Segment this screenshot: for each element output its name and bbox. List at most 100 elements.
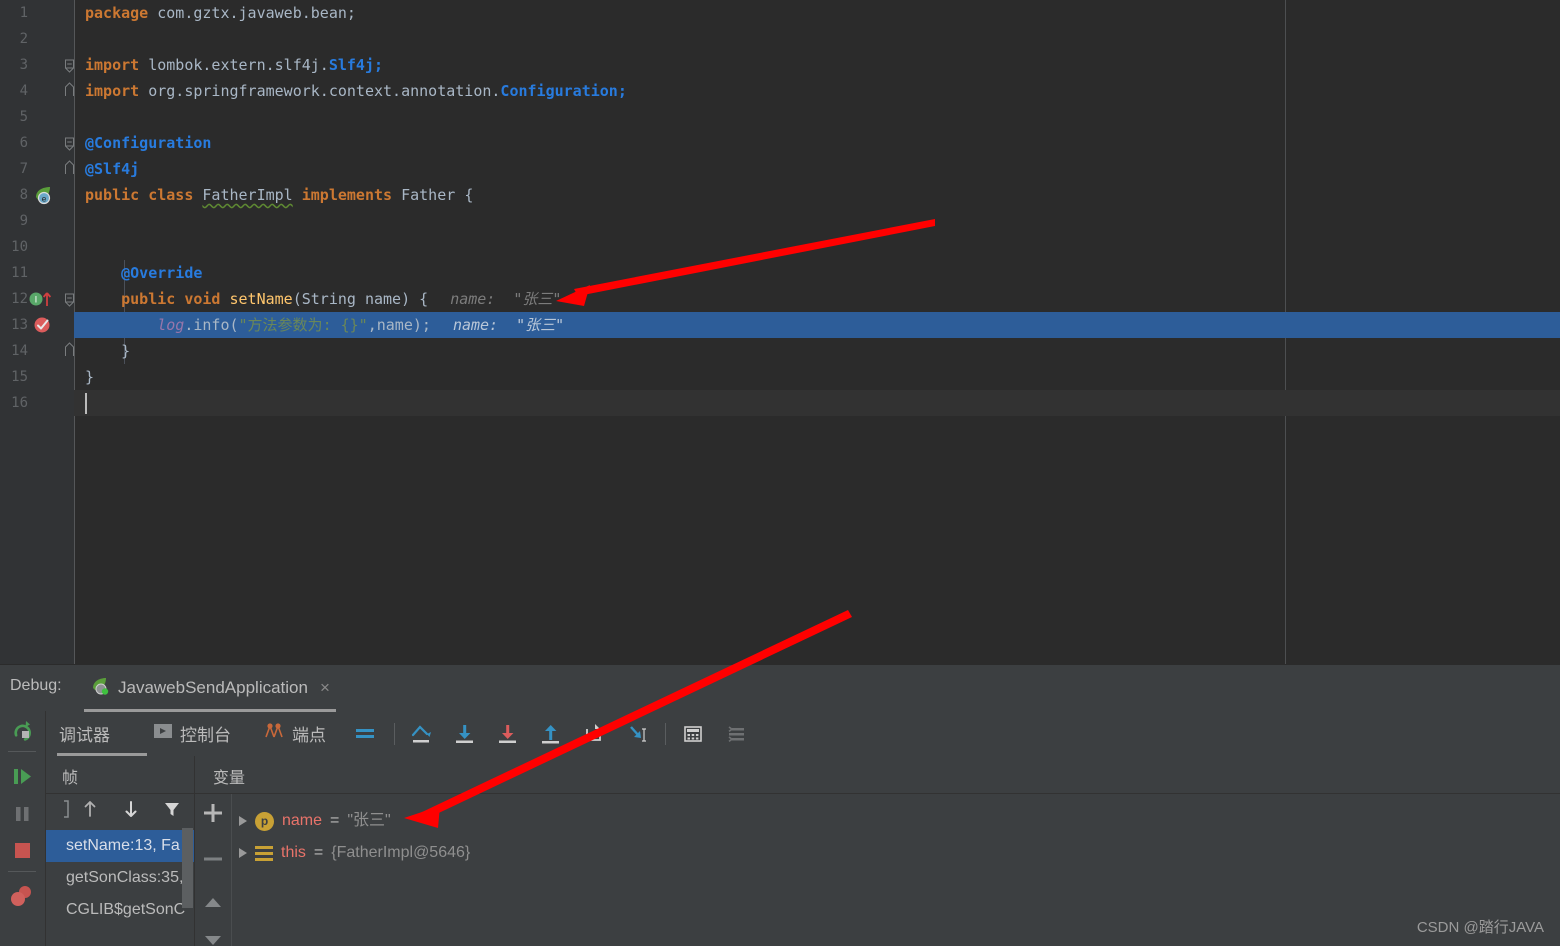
line-number: 6: [19, 135, 28, 151]
run-config-name: JavawebSendApplication: [118, 678, 308, 697]
arrow-down-icon[interactable]: [117, 795, 145, 823]
keyword-implements: implements: [301, 186, 393, 204]
spring-boot-icon: [90, 676, 112, 701]
resume-green-icon[interactable]: [7, 761, 37, 791]
semicolon: ;: [421, 316, 431, 334]
frame-row-2[interactable]: CGLIB$getSonC: [46, 894, 194, 926]
tab-endpoints[interactable]: 端点: [263, 718, 326, 748]
import-package-1: lombok.extern.slf4j.: [148, 56, 329, 74]
inline-debug-hint-line13: name: "张三": [452, 316, 565, 334]
param-type: String: [301, 290, 356, 308]
toolbar-divider: [394, 723, 395, 745]
endpoints-icon: [263, 722, 285, 745]
step-into-arrow-down-icon[interactable]: [450, 719, 480, 749]
debug-tool-window[interactable]: Debug: JavawebSendApplication × 调试器 控制台 …: [0, 664, 1560, 946]
force-step-into-red-icon[interactable]: [493, 719, 523, 749]
chevron-right-icon[interactable]: [239, 848, 247, 858]
keyword-public: public: [121, 290, 176, 308]
object-field-badge: [255, 845, 273, 861]
tab-debugger[interactable]: 调试器: [59, 718, 110, 748]
code-line-6: @Configuration: [74, 130, 1560, 156]
keyword-public: public: [85, 186, 140, 204]
svg-text:I: I: [35, 296, 38, 306]
log-format-string: "方法参数为: {}": [238, 316, 368, 334]
idea-window: 1 2 3 4 5 6 7 8 9 10 11 12 13 14 15 16 e: [0, 0, 1560, 946]
log-argument: ,name): [367, 316, 422, 334]
breakpoints-red-icon[interactable]: [7, 881, 37, 911]
stop-square-red-icon[interactable]: [7, 835, 37, 865]
run-configuration-tab[interactable]: JavawebSendApplication ×: [84, 671, 336, 712]
line-number: 12: [11, 291, 28, 307]
code-text-area[interactable]: package com.gztx.javaweb.bean; import lo…: [74, 0, 1560, 664]
line-number: 1: [19, 5, 28, 21]
arrow-up-icon[interactable]: [76, 795, 104, 823]
frames-toolbar[interactable]: [46, 790, 194, 828]
code-line-15: }: [74, 364, 1560, 390]
tab-debugger-label: 调试器: [59, 725, 110, 745]
variables-title: 变量: [213, 770, 246, 787]
line-number: 3: [19, 57, 28, 73]
variable-row-name[interactable]: p name = "张三": [239, 806, 391, 836]
parameter-badge: p: [255, 811, 274, 831]
breakpoint-verified-icon[interactable]: [32, 314, 54, 336]
close-icon[interactable]: ×: [320, 678, 330, 698]
chevron-right-icon[interactable]: [239, 816, 247, 826]
tab-endpoints-label: 端点: [292, 725, 326, 745]
line-number: 10: [11, 239, 28, 255]
rerun-green-icon[interactable]: [7, 715, 37, 745]
variables-sidebar[interactable]: [195, 793, 232, 946]
toolbar-divider: [8, 871, 36, 872]
variables-panel[interactable]: 变量 p name = "张三" this = {FatherImpl@5646…: [195, 756, 1560, 946]
editor-gutter[interactable]: 1 2 3 4 5 6 7 8 9 10 11 12 13 14 15 16 e: [0, 0, 74, 664]
keyword-class: class: [148, 186, 194, 204]
line-number: 8: [19, 187, 28, 203]
spring-bean-icon[interactable]: e: [32, 184, 54, 206]
debug-toolbar[interactable]: 调试器 控制台 端点: [45, 711, 1560, 757]
override-method-icon[interactable]: I: [28, 288, 54, 310]
frames-scrollbar[interactable]: [182, 828, 193, 908]
run-controls-toolbar[interactable]: [0, 711, 46, 946]
filter-funnel-icon[interactable]: [158, 795, 186, 823]
run-to-cursor-icon[interactable]: [622, 719, 652, 749]
drop-frame-icon[interactable]: [579, 719, 609, 749]
logger-field: log: [157, 316, 185, 334]
frames-header-divider: [46, 793, 194, 794]
frames-panel[interactable]: 帧 setName:13, Fa getSonClass:35, CGLIB$g…: [46, 756, 195, 946]
triangle-down-icon[interactable]: [199, 925, 227, 946]
annotation-configuration: @Configuration: [85, 134, 212, 152]
variable-name: this: [281, 844, 306, 861]
calculator-icon[interactable]: [678, 719, 708, 749]
toolbar-divider: [665, 723, 666, 745]
triangle-up-icon[interactable]: [199, 889, 227, 917]
minus-icon[interactable]: [199, 845, 227, 873]
line-number: 13: [11, 317, 28, 333]
frame-row-1[interactable]: getSonClass:35,: [46, 862, 194, 894]
annotation-override: @Override: [121, 264, 203, 282]
step-over-arrow-icon[interactable]: [407, 719, 437, 749]
brace-open: {: [419, 290, 429, 308]
plus-icon[interactable]: [199, 799, 227, 827]
line-number: 2: [19, 31, 28, 47]
frame-row-0[interactable]: setName:13, Fa: [46, 830, 194, 862]
settings-lines-icon[interactable]: [721, 719, 751, 749]
pause-icon[interactable]: [7, 798, 37, 828]
variable-name: name: [282, 812, 323, 829]
inline-debug-hint-line12: name: "张三": [450, 290, 562, 308]
code-line-14: }: [74, 338, 1560, 364]
variable-row-this[interactable]: this = {FatherImpl@5646}: [239, 838, 470, 868]
tab-console[interactable]: 控制台: [153, 718, 231, 748]
line-number: 11: [11, 265, 28, 281]
step-out-arrow-up-icon[interactable]: [536, 719, 566, 749]
code-line-3: import lombok.extern.slf4j.Slf4j;: [74, 52, 1560, 78]
debug-header: Debug: JavawebSendApplication ×: [0, 665, 1560, 712]
watermark-text: CSDN @踏行JAVA: [1416, 919, 1544, 936]
variables-header-divider: [195, 793, 1560, 794]
line-number: 7: [19, 161, 28, 177]
code-editor[interactable]: 1 2 3 4 5 6 7 8 9 10 11 12 13 14 15 16 e: [0, 0, 1560, 664]
param-name: name: [364, 290, 402, 308]
lines-blue-icon[interactable]: [350, 719, 380, 749]
keyword-void: void: [184, 290, 221, 308]
